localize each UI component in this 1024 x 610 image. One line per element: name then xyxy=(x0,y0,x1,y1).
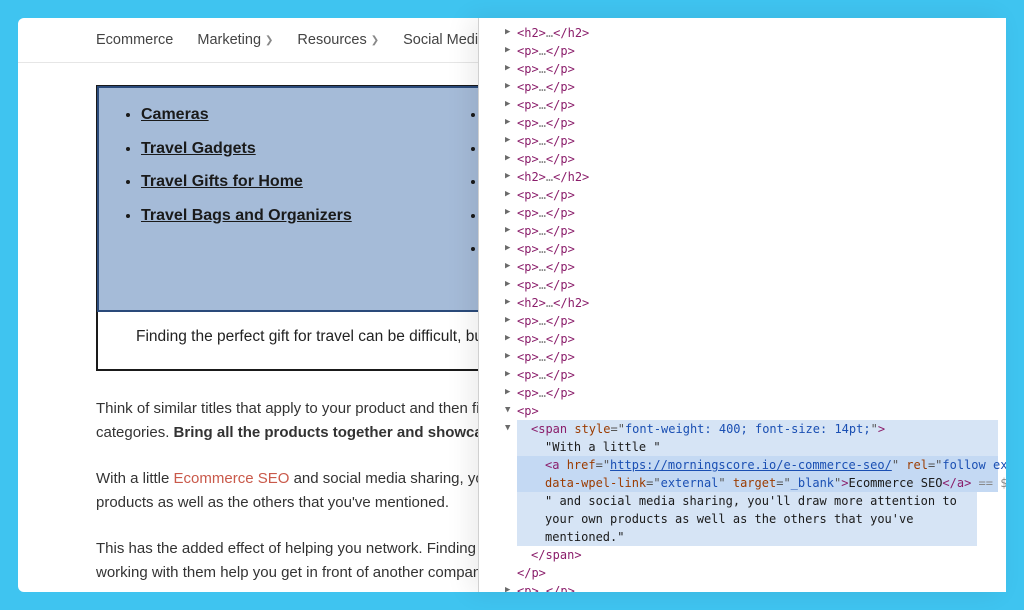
nav-marketing[interactable]: Marketing❯ xyxy=(197,32,273,48)
nav-ecommerce[interactable]: Ecommerce xyxy=(96,32,173,48)
dom-node-close[interactable]: </span> xyxy=(517,546,998,564)
dom-node[interactable]: ▶<h2>…</h2> xyxy=(517,168,998,186)
gift-col-left: Cameras Travel Gadgets Travel Gifts for … xyxy=(127,102,352,296)
dom-node-expanded[interactable]: ▼<span style="font-weight: 400; font-siz… xyxy=(517,420,998,438)
dom-node-selected[interactable]: <a href="https://morningscore.io/e-comme… xyxy=(517,456,998,474)
dom-node-close[interactable]: </p> xyxy=(517,564,998,582)
devtools-panel[interactable]: ▶<h2>…</h2>▶<p>…</p>▶<p>…</p>▶<p>…</p>▶<… xyxy=(478,18,1006,592)
dom-node[interactable]: ▶<h2>…</h2> xyxy=(517,294,998,312)
nav-resources[interactable]: Resources❯ xyxy=(297,32,379,48)
dom-text[interactable]: " and social media sharing, you'll draw … xyxy=(517,492,977,546)
dom-node[interactable]: ▶<p>…</p> xyxy=(517,366,998,384)
dom-node[interactable]: ▶<p>…</p> xyxy=(517,312,998,330)
dom-node[interactable]: ▶<p>…</p> xyxy=(517,258,998,276)
dom-text[interactable]: "With a little " xyxy=(517,438,998,456)
gift-link[interactable]: Travel Gifts for Home xyxy=(141,169,352,195)
dom-node-selected[interactable]: data-wpel-link="external" target="_blank… xyxy=(517,474,998,492)
dom-node[interactable]: ▶<p>…</p> xyxy=(517,114,998,132)
dom-node[interactable]: ▶<h2>…</h2> xyxy=(517,24,998,42)
dom-node[interactable]: ▶<p>…</p> xyxy=(517,582,998,592)
dom-node[interactable]: ▶<p>…</p> xyxy=(517,204,998,222)
ecommerce-seo-link[interactable]: Ecommerce SEO xyxy=(174,470,290,487)
chevron-right-icon: ❯ xyxy=(265,35,273,46)
dom-node[interactable]: ▶<p>…</p> xyxy=(517,276,998,294)
dom-node[interactable]: ▶<p>…</p> xyxy=(517,78,998,96)
dom-node[interactable]: ▶<p>…</p> xyxy=(517,60,998,78)
gift-link[interactable]: Travel Gadgets xyxy=(141,136,352,162)
dom-node[interactable]: ▶<p>…</p> xyxy=(517,222,998,240)
dom-node[interactable]: ▶<p>…</p> xyxy=(517,330,998,348)
dom-node[interactable]: ▶<p>…</p> xyxy=(517,96,998,114)
dom-node[interactable]: ▶<p>…</p> xyxy=(517,186,998,204)
dom-node[interactable]: ▶<p>…</p> xyxy=(517,348,998,366)
gift-link[interactable]: Travel Bags and Organizers xyxy=(141,203,352,229)
dom-node[interactable]: ▶<p>…</p> xyxy=(517,384,998,402)
dom-node[interactable]: ▶<p>…</p> xyxy=(517,150,998,168)
gift-link[interactable]: Cameras xyxy=(141,102,352,128)
dom-node[interactable]: ▶<p>…</p> xyxy=(517,240,998,258)
dom-node-expanded[interactable]: ▼<p> xyxy=(517,402,998,420)
chevron-right-icon: ❯ xyxy=(371,35,379,46)
dom-node[interactable]: ▶<p>…</p> xyxy=(517,132,998,150)
dom-node[interactable]: ▶<p>…</p> xyxy=(517,42,998,60)
